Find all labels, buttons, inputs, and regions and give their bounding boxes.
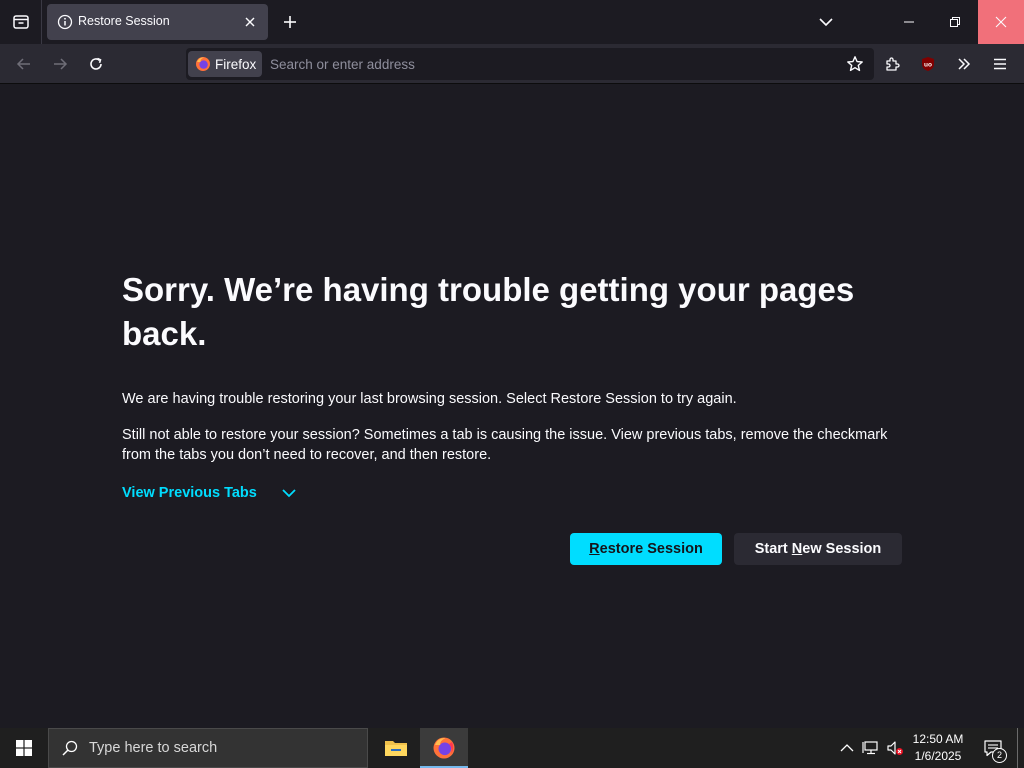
file-explorer-taskbar-button[interactable] <box>372 728 420 768</box>
firefox-view-button[interactable] <box>0 0 42 44</box>
navigation-toolbar: Firefox uo <box>0 44 1024 84</box>
new-tab-button[interactable] <box>276 8 304 36</box>
tab-restore-session[interactable]: Restore Session <box>47 4 268 40</box>
back-arrow-icon <box>16 58 30 70</box>
reload-button[interactable] <box>82 50 110 78</box>
forward-button[interactable] <box>46 50 74 78</box>
view-previous-tabs-toggle[interactable]: View Previous Tabs <box>122 485 297 501</box>
new-session-label-before: Start <box>754 541 792 557</box>
new-session-access-key: N <box>791 541 803 557</box>
new-session-label-after: ew Session <box>802 541 882 557</box>
tab-title: Restore Session <box>78 14 170 28</box>
puzzle-icon <box>886 57 900 71</box>
search-icon <box>61 739 79 757</box>
minimize-icon <box>904 21 914 23</box>
ublock-origin-button[interactable]: uo <box>914 50 942 78</box>
app-menu-button[interactable] <box>986 50 1014 78</box>
restore-access-key: R <box>589 541 600 557</box>
plus-icon <box>284 16 296 28</box>
show-hidden-icons-button[interactable] <box>836 728 858 768</box>
chevron-up-icon <box>840 744 854 752</box>
notification-count-badge: 2 <box>992 748 1007 763</box>
tab-list-icon <box>12 15 29 29</box>
chevron-down-icon <box>281 487 297 499</box>
window-restore-button[interactable] <box>932 0 978 44</box>
restore-label-rest: estore Session <box>599 541 703 557</box>
restore-session-button[interactable]: Restore Session <box>570 533 722 565</box>
restore-window-icon <box>950 17 960 27</box>
window-minimize-button[interactable] <box>886 0 932 44</box>
tab-strip: Restore Session <box>0 0 1024 44</box>
hamburger-icon <box>994 58 1006 70</box>
network-tray-button[interactable] <box>860 728 882 768</box>
volume-muted-icon <box>887 741 903 755</box>
forward-arrow-icon <box>54 58 68 70</box>
back-button[interactable] <box>10 50 38 78</box>
window-close-button[interactable] <box>978 0 1024 44</box>
close-icon[interactable] <box>242 14 258 30</box>
identity-label: Firefox <box>215 56 257 72</box>
url-bar[interactable]: Firefox <box>186 48 874 80</box>
clock-date: 1/6/2025 <box>914 749 962 763</box>
error-description: We are having trouble restoring your las… <box>122 391 737 407</box>
show-desktop-button[interactable] <box>1017 728 1018 768</box>
page-title: Sorry. We’re having trouble getting your… <box>122 271 855 352</box>
address-input[interactable] <box>268 48 822 80</box>
close-icon <box>995 16 1007 28</box>
windows-logo-icon <box>16 740 32 756</box>
toolbar-overflow-button[interactable] <box>950 50 978 78</box>
folder-icon <box>385 741 407 756</box>
action-center-button[interactable]: 2 <box>978 728 1008 768</box>
start-new-session-button[interactable]: Start New Session <box>734 533 902 565</box>
network-icon <box>862 741 878 755</box>
session-restore-page: Sorry. We’re having trouble getting your… <box>0 84 1024 728</box>
double-chevron-icon <box>958 58 971 70</box>
taskbar-search-box[interactable]: Type here to search <box>48 728 368 768</box>
identity-box[interactable]: Firefox <box>188 51 262 77</box>
list-all-tabs-button[interactable] <box>812 8 840 36</box>
svg-text:uo: uo <box>924 62 932 69</box>
reload-icon <box>90 57 102 70</box>
extensions-button[interactable] <box>878 50 906 78</box>
info-icon <box>57 14 73 30</box>
taskbar-clock[interactable]: 12:50 AM 1/6/2025 <box>906 731 970 765</box>
firefox-logo-icon <box>433 737 455 759</box>
bookmark-star-button[interactable] <box>842 51 868 77</box>
view-previous-tabs-label: View Previous Tabs <box>122 485 257 501</box>
windows-taskbar: Type here to search 12:50 AM 1/6/2025 2 <box>0 728 1024 768</box>
ublock-origin-icon: uo <box>922 57 934 71</box>
star-icon <box>847 56 863 72</box>
firefox-logo-icon <box>196 57 210 71</box>
volume-tray-button[interactable] <box>884 728 906 768</box>
firefox-taskbar-button[interactable] <box>420 728 468 768</box>
chevron-down-icon <box>819 18 833 27</box>
start-button[interactable] <box>0 728 48 768</box>
error-help-text: Still not able to restore your session? … <box>122 427 888 463</box>
clock-time: 12:50 AM <box>912 732 964 746</box>
search-placeholder: Type here to search <box>89 740 218 756</box>
